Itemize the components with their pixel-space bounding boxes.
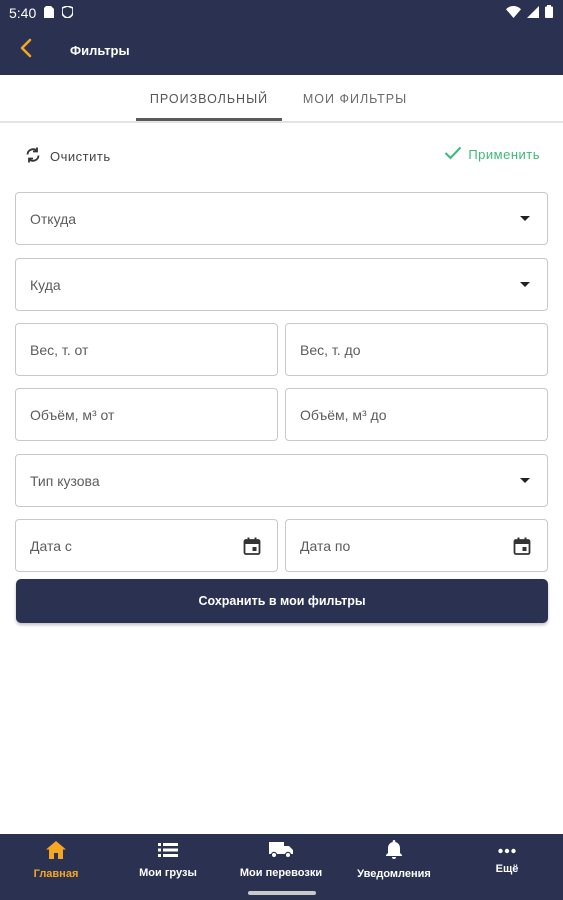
wifi-icon <box>506 5 521 21</box>
tab-custom[interactable]: ПРОИЗВОЛЬНЫЙ <box>136 75 282 123</box>
nav-item-more[interactable]: Ещё <box>451 834 563 886</box>
dropdown-arrow-icon <box>520 282 530 287</box>
status-time: 5:40 <box>9 5 37 21</box>
save-to-my-filters-button[interactable]: Сохранить в мои фильтры <box>16 579 548 623</box>
clear-label: Очистить <box>50 149 111 164</box>
nav-label-more: Ещё <box>495 863 519 875</box>
volume-from-input[interactable]: Объём, м³ от <box>15 388 278 441</box>
nav-item-notifications[interactable]: Уведомления <box>338 834 450 886</box>
weight-from-input[interactable]: Вес, т. от <box>15 323 278 376</box>
bell-icon <box>386 840 402 862</box>
from-placeholder: Откуда <box>30 210 77 227</box>
dropdown-arrow-icon <box>520 216 530 221</box>
active-tab-indicator <box>136 118 282 121</box>
actions-row: Очистить Применить <box>0 140 563 176</box>
nav-label-my-cargo: Мои грузы <box>139 866 197 879</box>
apply-button[interactable]: Применить <box>444 146 540 163</box>
date-to-input[interactable]: Дата по <box>285 519 548 572</box>
filters-screen: 5:40 Фильтры ПРОИЗВОЛЬНЫЙ МОИ ФИЛЬТРЫ Оч… <box>0 0 563 900</box>
date-from-input[interactable]: Дата с <box>15 519 278 572</box>
volume-from-placeholder: Объём, м³ от <box>30 406 115 423</box>
weight-from-placeholder: Вес, т. от <box>30 341 89 358</box>
status-bar: 5:40 <box>0 0 563 26</box>
sim-card-icon <box>44 5 55 21</box>
nav-label-my-shipments: Мои перевозки <box>239 866 323 879</box>
volume-to-placeholder: Объём, м³ до <box>300 406 387 423</box>
volume-to-input[interactable]: Объём, м³ до <box>285 388 548 441</box>
filter-tabs: ПРОИЗВОЛЬНЫЙ МОИ ФИЛЬТРЫ <box>0 75 563 123</box>
refresh-icon <box>24 146 42 167</box>
list-icon <box>158 842 178 861</box>
clear-button[interactable]: Очистить <box>24 146 111 167</box>
calendar-icon[interactable] <box>243 537 261 555</box>
to-placeholder: Куда <box>30 276 61 293</box>
app-bar: Фильтры <box>0 26 563 75</box>
date-from-placeholder: Дата с <box>30 537 72 554</box>
back-arrow-icon <box>20 38 32 63</box>
nav-item-home[interactable]: Главная <box>0 834 112 886</box>
home-indicator-bar <box>248 891 316 895</box>
top-bar: 5:40 Фильтры <box>0 0 563 75</box>
weight-to-input[interactable]: Вес, т. до <box>285 323 548 376</box>
shield-icon <box>61 5 75 21</box>
more-icon <box>498 845 516 857</box>
nav-label-home: Главная <box>33 867 79 880</box>
body-type-placeholder: Тип кузова <box>30 472 100 489</box>
nav-item-my-cargo[interactable]: Мои грузы <box>112 834 224 886</box>
signal-icon <box>527 5 539 21</box>
page-title: Фильтры <box>70 43 130 58</box>
to-select[interactable]: Куда <box>15 258 548 311</box>
nav-item-my-shipments[interactable]: Мои перевозки <box>225 834 337 886</box>
checkmark-icon <box>444 146 462 163</box>
tab-my-filters[interactable]: МОИ ФИЛЬТРЫ <box>284 75 426 123</box>
body-type-select[interactable]: Тип кузова <box>15 454 548 507</box>
back-button[interactable] <box>0 26 52 75</box>
dropdown-arrow-icon <box>520 478 530 483</box>
apply-label: Применить <box>468 147 540 162</box>
date-to-placeholder: Дата по <box>300 537 351 554</box>
battery-icon <box>545 5 553 21</box>
calendar-icon[interactable] <box>513 537 531 555</box>
from-select[interactable]: Откуда <box>15 192 548 245</box>
weight-to-placeholder: Вес, т. до <box>300 341 361 358</box>
home-icon <box>46 840 66 862</box>
nav-label-notifications: Уведомления <box>357 868 431 880</box>
truck-icon <box>269 841 293 861</box>
